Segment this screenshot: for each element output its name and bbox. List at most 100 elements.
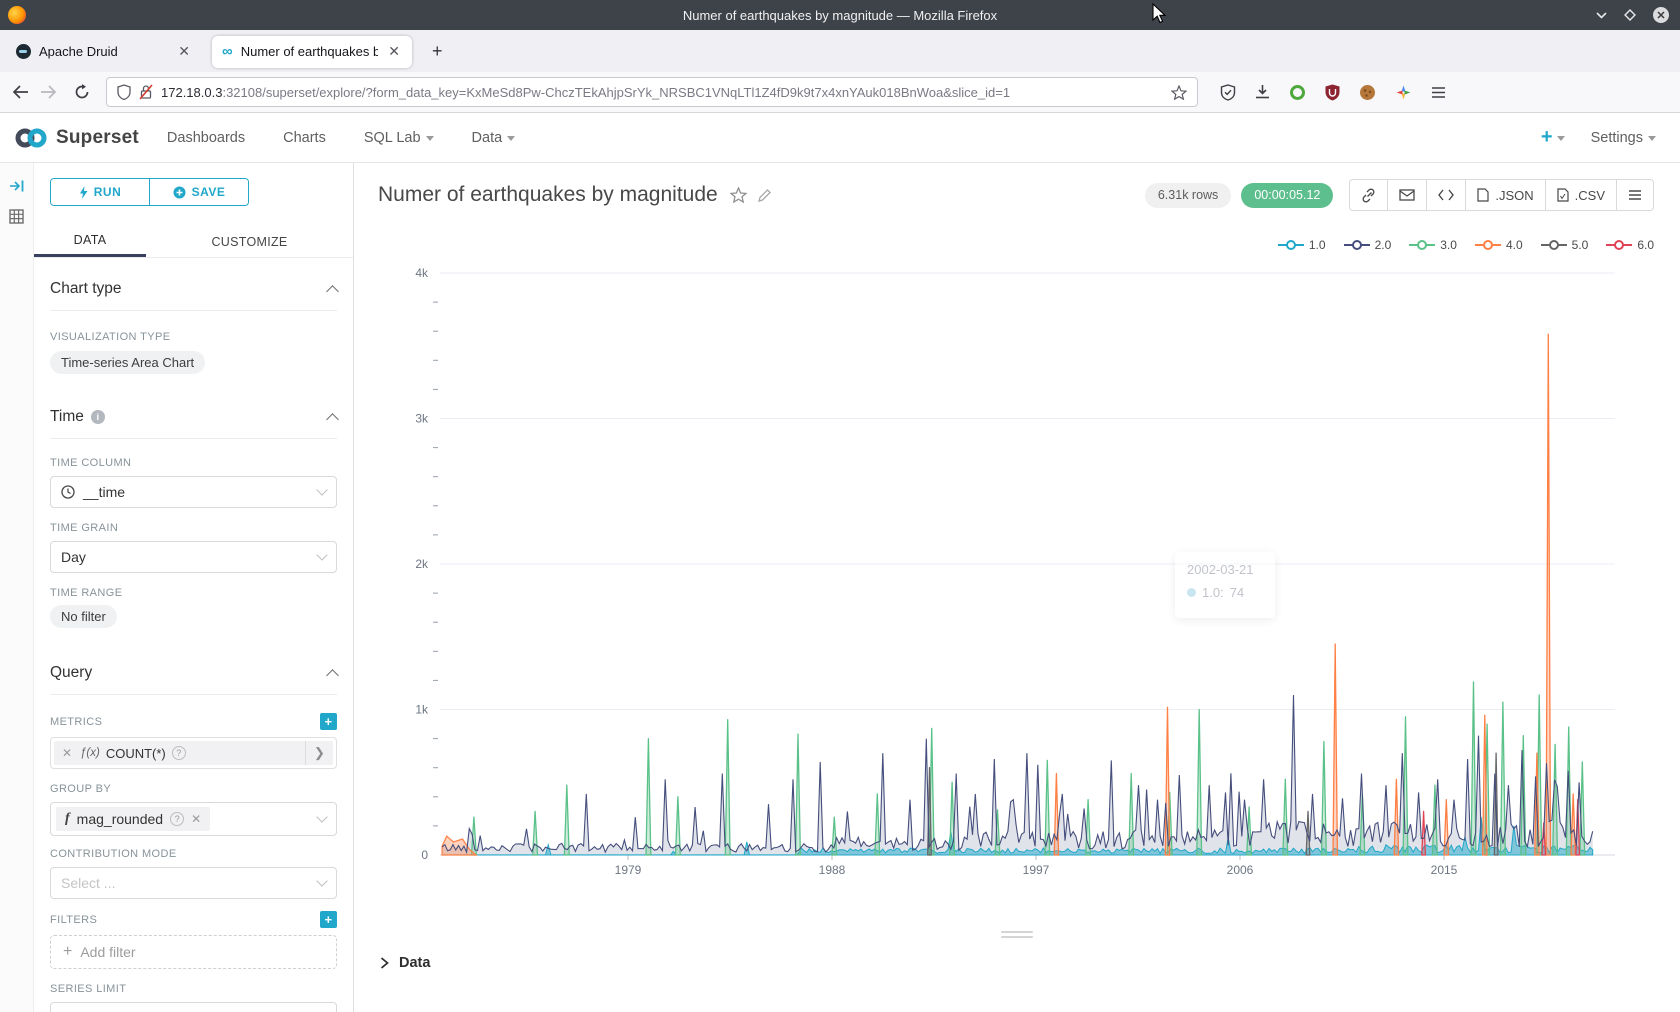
- permissions-shield-icon[interactable]: [117, 84, 131, 100]
- lightning-icon: [79, 186, 88, 199]
- chart-canvas[interactable]: 01k2k3k4k19791988199720062015: [392, 260, 1642, 885]
- caret-down-icon: [426, 136, 434, 141]
- pinwheel-extension-icon[interactable]: [1395, 84, 1412, 101]
- expand-panel-icon[interactable]: [9, 179, 25, 193]
- time-grain-select[interactable]: Day: [50, 541, 337, 573]
- nav-item-data[interactable]: Data: [472, 130, 516, 146]
- data-panel-toggle[interactable]: Data: [380, 955, 430, 971]
- tab-customize[interactable]: CUSTOMIZE: [146, 226, 353, 257]
- section-time[interactable]: Timei: [50, 408, 337, 439]
- chart-title: Numer of earthquakes by magnitude: [378, 183, 718, 207]
- window-titlebar: Numer of earthquakes by magnitude — Mozi…: [0, 0, 1680, 30]
- export-csv-button[interactable]: .CSV: [1545, 180, 1616, 210]
- legend-item-3.0[interactable]: 3.0: [1409, 238, 1457, 252]
- legend-item-5.0[interactable]: 5.0: [1541, 238, 1589, 252]
- legend-item-4.0[interactable]: 4.0: [1475, 238, 1523, 252]
- nav-item-charts[interactable]: Charts: [283, 130, 326, 146]
- function-icon: ƒ(x): [80, 747, 100, 759]
- minimize-icon[interactable]: [1595, 10, 1608, 20]
- browser-tab-strip: Apache Druid ✕ ∞ Numer of earthquakes by…: [0, 30, 1680, 72]
- caret-down-icon: [1648, 136, 1656, 141]
- app-menu-icon[interactable]: [1431, 86, 1446, 99]
- tab-data[interactable]: DATA: [34, 226, 146, 257]
- copy-link-button[interactable]: [1350, 180, 1387, 210]
- remove-metric-icon[interactable]: ✕: [54, 746, 80, 760]
- nav-item-dashboards[interactable]: Dashboards: [167, 130, 245, 146]
- superset-logo[interactable]: Superset: [12, 125, 139, 151]
- rows-count-badge: 6.31k rows: [1145, 183, 1231, 208]
- legend-line-icon: [1344, 239, 1370, 251]
- metric-control[interactable]: ✕ ƒ(x) COUNT(*) ? ❯: [50, 737, 337, 769]
- run-button[interactable]: RUN: [51, 179, 149, 205]
- settings-menu[interactable]: Settings: [1591, 130, 1656, 146]
- extension-green-ring-icon[interactable]: [1289, 84, 1306, 101]
- svg-text:1988: 1988: [819, 863, 846, 877]
- series-limit-select[interactable]: Select ...: [50, 1002, 337, 1012]
- protections-shield-icon[interactable]: [1220, 84, 1236, 101]
- export-json-button[interactable]: .JSON: [1465, 180, 1544, 210]
- add-filter-button[interactable]: +: [320, 911, 337, 928]
- control-panel: RUN SAVE DATA CUSTOMIZE Chart type VISUA…: [34, 163, 354, 1012]
- contribution-select[interactable]: Select ...: [50, 867, 337, 899]
- chart-legend: 1.0 2.0 3.0 4.0 5.0 6.0: [1278, 238, 1654, 252]
- viz-type-label: VISUALIZATION TYPE: [50, 331, 337, 343]
- insecure-lock-icon[interactable]: [139, 84, 153, 100]
- download-icon[interactable]: [1255, 84, 1270, 100]
- legend-line-icon: [1606, 239, 1632, 251]
- add-metric-button[interactable]: +: [320, 713, 337, 730]
- chart-menu-button[interactable]: [1616, 180, 1653, 210]
- legend-label: 6.0: [1637, 238, 1654, 252]
- dataset-grid-icon[interactable]: [9, 209, 24, 224]
- add-filter-dropzone[interactable]: + Add filter: [50, 935, 337, 969]
- tab-close-icon[interactable]: ✕: [176, 43, 192, 60]
- email-button[interactable]: [1387, 180, 1426, 210]
- svg-text:2015: 2015: [1431, 863, 1458, 877]
- tab-label: Numer of earthquakes by r: [241, 44, 379, 59]
- legend-item-6.0[interactable]: 6.0: [1606, 238, 1654, 252]
- new-chart-plus-button[interactable]: +: [1541, 126, 1565, 149]
- favorite-star-icon[interactable]: [730, 187, 747, 203]
- url-bar[interactable]: 172.18.0.3:32108/superset/explore/?form_…: [106, 77, 1198, 107]
- tab-close-icon[interactable]: ✕: [386, 43, 402, 60]
- time-range-pill[interactable]: No filter: [50, 605, 117, 628]
- legend-item-2.0[interactable]: 2.0: [1344, 238, 1392, 252]
- window-title: Numer of earthquakes by magnitude — Mozi…: [683, 8, 997, 23]
- legend-item-1.0[interactable]: 1.0: [1278, 238, 1326, 252]
- ublock-shield-icon[interactable]: [1325, 84, 1340, 101]
- chevron-down-icon: [316, 811, 327, 822]
- section-chart-type[interactable]: Chart type: [50, 280, 337, 311]
- tab-earthquakes[interactable]: ∞ Numer of earthquakes by r ✕: [212, 36, 412, 68]
- info-icon: i: [91, 410, 105, 424]
- plus-circle-icon: [173, 186, 186, 199]
- cookie-extension-icon[interactable]: [1359, 84, 1376, 101]
- svg-text:2k: 2k: [415, 557, 429, 571]
- save-button[interactable]: SAVE: [149, 179, 248, 205]
- maximize-icon[interactable]: [1624, 9, 1636, 21]
- viz-type-pill[interactable]: Time-series Area Chart: [50, 351, 205, 374]
- chevron-right-icon[interactable]: ❯: [305, 741, 333, 765]
- groupby-pill[interactable]: f mag_rounded ? ✕: [56, 807, 210, 831]
- svg-text:1979: 1979: [615, 863, 642, 877]
- tab-apache-druid[interactable]: Apache Druid ✕: [6, 36, 202, 68]
- time-column-select[interactable]: __time: [50, 476, 337, 508]
- close-icon[interactable]: [1652, 6, 1670, 24]
- back-icon[interactable]: [6, 85, 34, 99]
- chevron-right-icon: [380, 957, 389, 969]
- remove-groupby-icon[interactable]: ✕: [191, 812, 201, 826]
- reload-icon[interactable]: [68, 84, 96, 100]
- bookmark-star-icon[interactable]: [1171, 85, 1187, 100]
- section-query[interactable]: Query: [50, 664, 337, 695]
- groupby-select[interactable]: f mag_rounded ? ✕: [50, 802, 337, 836]
- svg-text:2006: 2006: [1227, 863, 1254, 877]
- embed-code-button[interactable]: [1426, 180, 1465, 210]
- time-column-label: TIME COLUMN: [50, 457, 337, 469]
- nav-item-sql-lab[interactable]: SQL Lab: [364, 130, 434, 146]
- pane-resize-handle[interactable]: [1001, 928, 1033, 941]
- edit-title-pencil-icon[interactable]: [757, 188, 772, 203]
- url-text[interactable]: 172.18.0.3:32108/superset/explore/?form_…: [161, 85, 1163, 100]
- legend-label: 1.0: [1309, 238, 1326, 252]
- forward-icon[interactable]: [34, 85, 62, 99]
- legend-label: 3.0: [1440, 238, 1457, 252]
- new-tab-button[interactable]: +: [426, 41, 449, 62]
- tab-label: Apache Druid: [39, 44, 168, 59]
